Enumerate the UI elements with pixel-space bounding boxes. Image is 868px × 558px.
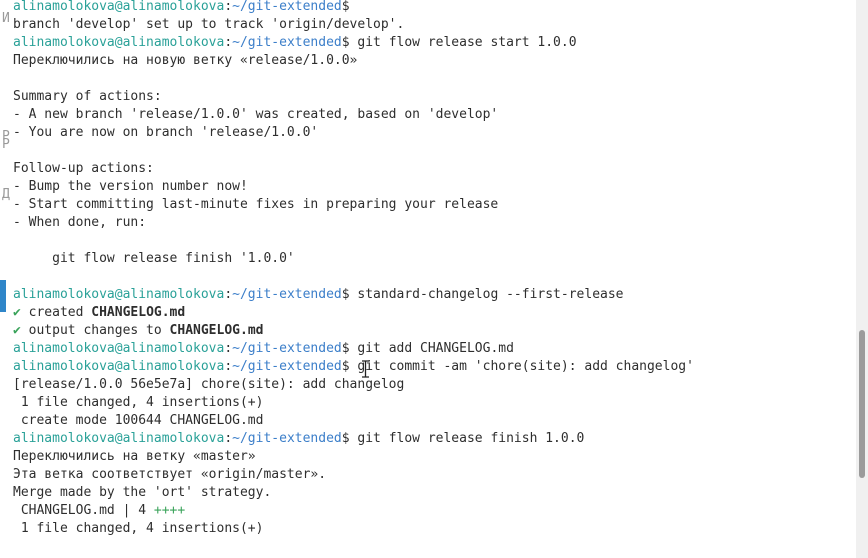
prompt-path: ~/git-extended [232, 0, 342, 14]
output-text: : [224, 359, 233, 374]
output-text: [release/1.0.0 56e5e7a] chore(site): add… [13, 377, 405, 392]
terminal-line: - You are now on branch 'release/1.0.0' [13, 124, 694, 142]
terminal-line: ✔ output changes to CHANGELOG.md [13, 322, 694, 340]
output-text: Summary of actions: [13, 89, 162, 104]
terminal-line: ✔ created CHANGELOG.md [13, 304, 694, 322]
output-text: output changes to [20, 323, 170, 338]
prompt-path: ~/git-extended [232, 341, 342, 356]
output-text: $ git commit -am 'chore(site): add chang… [341, 359, 694, 374]
output-text: - When done, run: [13, 215, 147, 230]
prompt-user: alinamolokova@alinamolokova [13, 35, 225, 50]
terminal-line: branch 'develop' set up to track 'origin… [13, 16, 694, 34]
output-text: Follow-up actions: [13, 161, 154, 176]
terminal-line: alinamolokova@alinamolokova:~/git-extend… [13, 34, 694, 52]
output-text: branch 'develop' set up to track 'origin… [13, 17, 405, 32]
prompt-user: alinamolokova@alinamolokova [13, 287, 225, 302]
filename: CHANGELOG.md [91, 305, 186, 320]
terminal-line: CHANGELOG.md | 4 ++++ [13, 502, 694, 520]
prompt-user: alinamolokova@alinamolokova [13, 341, 225, 356]
output-text: - A new branch 'release/1.0.0' was creat… [13, 107, 499, 122]
terminal-line: alinamolokova@alinamolokova:~/git-extend… [13, 430, 694, 448]
scrollbar-thumb[interactable] [859, 330, 865, 478]
terminal-line: Эта ветка соответствует «origin/master». [13, 466, 694, 484]
terminal-line: 1 file changed, 4 insertions(+) [13, 520, 694, 538]
terminal-scrollbar[interactable] [856, 0, 868, 558]
terminal-line: - When done, run: [13, 214, 694, 232]
output-text: - Start committing last-minute fixes in … [13, 197, 499, 212]
terminal-line: Merge made by the 'ort' strategy. [13, 484, 694, 502]
output-text: - Bump the version number now! [13, 179, 248, 194]
checkmark-icon: ✔ [13, 323, 21, 338]
prompt-user: alinamolokova@alinamolokova [13, 431, 225, 446]
output-text: $ git flow release start 1.0.0 [341, 35, 577, 50]
terminal-line: git flow release finish '1.0.0' [13, 250, 694, 268]
terminal-line: 1 file changed, 4 insertions(+) [13, 394, 694, 412]
output-text: $ git add CHANGELOG.md [341, 341, 514, 356]
output-text: $ standard-changelog --first-release [341, 287, 624, 302]
terminal-line: create mode 100644 CHANGELOG.md [13, 412, 694, 430]
output-text: 1 file changed, 4 insertions(+) [13, 521, 264, 536]
prompt-user: alinamolokova@alinamolokova [13, 359, 225, 374]
background-window-accent [0, 280, 6, 312]
terminal-line: [release/1.0.0 56e5e7a] chore(site): add… [13, 376, 694, 394]
output-text: $ git flow release finish 1.0.0 [341, 431, 585, 446]
output-text: : [224, 35, 233, 50]
terminal-line: Переключились на новую ветку «release/1.… [13, 52, 694, 70]
background-glyph: Д [2, 187, 10, 202]
background-glyph: Р [2, 137, 10, 152]
terminal-line: - Bump the version number now! [13, 178, 694, 196]
terminal-line: Summary of actions: [13, 88, 694, 106]
output-text: 1 file changed, 4 insertions(+) [13, 395, 264, 410]
terminal-line: alinamolokova@alinamolokova:~/git-extend… [13, 358, 694, 376]
filename: CHANGELOG.md [169, 323, 264, 338]
output-text: CHANGELOG.md | 4 [13, 503, 154, 518]
output-text: : [224, 341, 233, 356]
output-text: : [224, 0, 233, 14]
output-text: $ [341, 0, 350, 14]
output-text: : [224, 287, 233, 302]
prompt-path: ~/git-extended [232, 359, 342, 374]
terminal-line: - A new branch 'release/1.0.0' was creat… [13, 106, 694, 124]
prompt-path: ~/git-extended [232, 287, 342, 302]
terminal-line: alinamolokova@alinamolokova:~/git-extend… [13, 340, 694, 358]
output-text: git flow release finish '1.0.0' [13, 251, 295, 266]
terminal-output[interactable]: alinamolokova@alinamolokova:~/git-extend… [0, 0, 856, 558]
prompt-user: alinamolokova@alinamolokova [13, 0, 225, 14]
output-text: Переключились на новую ветку «release/1.… [13, 53, 358, 68]
terminal-line: alinamolokova@alinamolokova:~/git-extend… [13, 286, 694, 304]
output-text: Переключились на ветку «master» [13, 449, 256, 464]
output-text: create mode 100644 CHANGELOG.md [13, 413, 264, 428]
text-cursor-icon [362, 360, 369, 378]
terminal-line: alinamolokova@alinamolokova:~/git-extend… [13, 0, 694, 16]
prompt-path: ~/git-extended [232, 431, 342, 446]
output-text: created [20, 305, 92, 320]
background-glyph: И [2, 11, 10, 26]
output-text: Эта ветка соответствует «origin/master». [13, 467, 327, 482]
terminal-lines: alinamolokova@alinamolokova:~/git-extend… [13, 0, 694, 538]
output-text: Merge made by the 'ort' strategy. [13, 485, 272, 500]
prompt-path: ~/git-extended [232, 35, 342, 50]
terminal-line: Follow-up actions: [13, 160, 694, 178]
output-text: : [224, 431, 233, 446]
output-text: - You are now on branch 'release/1.0.0' [13, 125, 319, 140]
terminal-line: - Start committing last-minute fixes in … [13, 196, 694, 214]
checkmark-icon: ✔ [13, 305, 21, 320]
diff-plus: ++++ [153, 503, 186, 518]
terminal-line: Переключились на ветку «master» [13, 448, 694, 466]
